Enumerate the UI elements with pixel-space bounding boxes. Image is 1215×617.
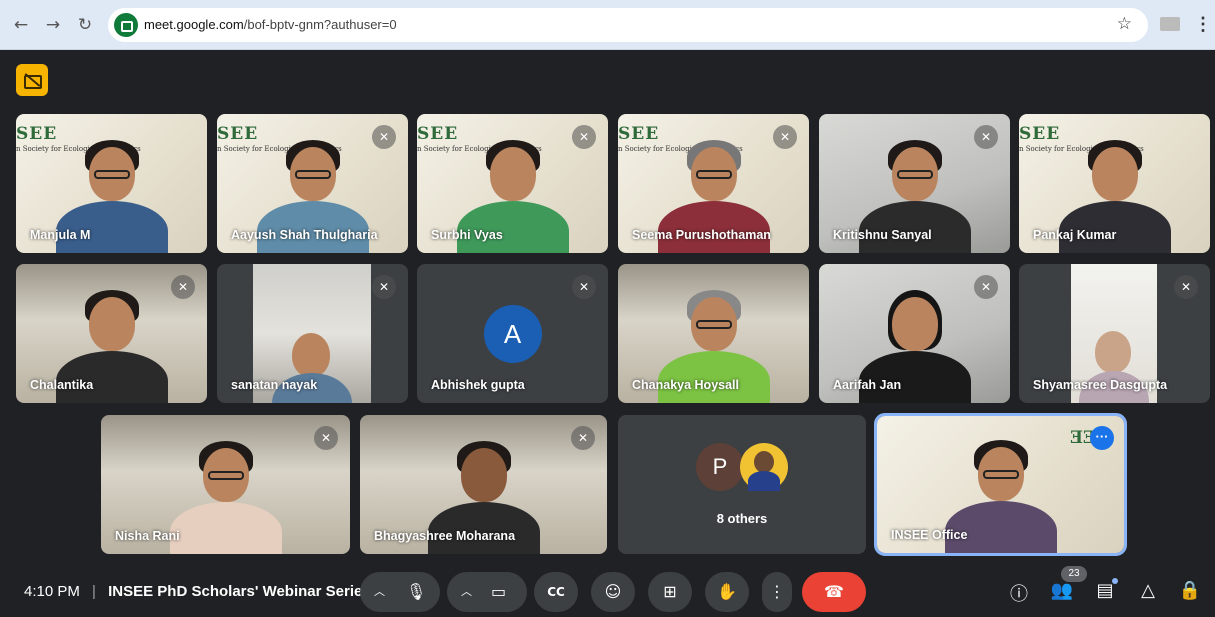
participant-tile[interactable]: ✕ Bhagyashree Moharana (360, 415, 607, 554)
separator: | (92, 583, 96, 600)
participant-tile[interactable]: SEE n Society for Ecological Economics Pa… (1019, 114, 1210, 253)
participant-name: Chanakya Hoysall (632, 378, 739, 392)
raise-hand-icon: ✋ (717, 582, 737, 601)
browser-toolbar: ← → ↻ meet.google.com/bof-bptv-gnm?authu… (0, 0, 1215, 50)
chat-notification-dot (1112, 578, 1118, 584)
mic-off-icon: ✕ (572, 125, 596, 149)
url-host: meet.google.com (144, 17, 244, 32)
participant-name: Abhishek gupta (431, 378, 525, 392)
participant-tile[interactable]: SEE n Society for Ecological Economics Ma… (16, 114, 207, 253)
mic-control[interactable]: ︿ 🎙 (360, 572, 440, 612)
more-options-button[interactable]: ⋮ (762, 572, 792, 612)
camera-icon[interactable]: ▭ (491, 572, 506, 612)
people-icon[interactable]: 👥 (1050, 580, 1074, 601)
mic-off-icon: ✕ (773, 125, 797, 149)
participant-tile[interactable]: ✕ sanatan nayak (217, 264, 408, 403)
meeting-controls-bar: 4:10 PM | INSEE PhD Scholars' Webinar Se… (0, 566, 1215, 617)
participant-tile[interactable]: A ✕ Abhishek gupta (417, 264, 608, 403)
participant-name: Nisha Rani (115, 529, 180, 543)
participant-tile[interactable]: ✕ Nisha Rani (101, 415, 350, 554)
emoji-icon: ☺ (604, 582, 622, 601)
participant-name: Aayush Shah Thulgharia (231, 228, 378, 242)
participant-tile[interactable]: SEE n Society for Ecological Economics ✕ … (618, 114, 809, 253)
participant-tile[interactable]: ✕ Chalantika (16, 264, 207, 403)
site-info-icon[interactable] (114, 13, 138, 37)
mic-off-icon: ✕ (571, 426, 595, 450)
participant-tile[interactable]: ✕ Aarifah Jan (819, 264, 1010, 403)
forward-icon[interactable]: → (42, 14, 64, 36)
host-controls-icon[interactable]: 🔒 (1178, 580, 1202, 601)
chevron-up-icon[interactable]: ︿ (461, 572, 472, 612)
end-call-icon: ☎ (824, 582, 844, 601)
raise-hand-button[interactable]: ✋ (705, 572, 749, 612)
participant-name: Shyamasree Dasgupta (1033, 378, 1168, 392)
participant-name: Surbhi Vyas (431, 228, 503, 242)
chevron-up-icon[interactable]: ︿ (374, 572, 385, 612)
mic-off-icon: ✕ (372, 125, 396, 149)
extension-icon[interactable] (1160, 17, 1180, 31)
bookmark-star-icon[interactable]: ☆ (1117, 14, 1132, 34)
reload-icon[interactable]: ↻ (74, 14, 96, 36)
others-avatar-photo (740, 443, 788, 491)
participant-tile[interactable]: Chanakya Hoysall (618, 264, 809, 403)
present-button[interactable]: ⊞ (648, 572, 692, 612)
participant-tile-self[interactable]: SEE ··· INSEE Office (874, 413, 1127, 556)
participant-avatar: A (483, 304, 542, 363)
url-text[interactable]: meet.google.com/bof-bptv-gnm?authuser=0 (144, 17, 397, 32)
captions-icon: CC (547, 585, 565, 599)
participant-name: Chalantika (30, 378, 94, 392)
back-icon[interactable]: ← (10, 14, 32, 36)
participant-tile[interactable]: ✕ Shyamasree Dasgupta (1019, 264, 1210, 403)
mic-off-icon: ✕ (1174, 275, 1198, 299)
captions-button[interactable]: CC (534, 572, 578, 612)
participant-tile[interactable]: SEE n Society for Ecological Economics ✕ … (217, 114, 408, 253)
participant-video (169, 436, 282, 554)
address-bar[interactable]: meet.google.com/bof-bptv-gnm?authuser=0 … (108, 8, 1148, 42)
participant-name: sanatan nayak (231, 378, 318, 392)
participant-name: Pankaj Kumar (1033, 228, 1117, 242)
meeting-info-text: 4:10 PM | INSEE PhD Scholars' Webinar Se… (24, 583, 375, 600)
mic-off-icon: ✕ (372, 275, 396, 299)
participant-name: INSEE Office (891, 528, 968, 542)
mic-off-icon: ✕ (171, 275, 195, 299)
emoji-button[interactable]: ☺ (591, 572, 635, 612)
participant-name: Kritishnu Sanyal (833, 228, 932, 242)
mic-off-icon: ✕ (572, 275, 596, 299)
microphone-icon[interactable]: 🎙 (406, 572, 426, 612)
participant-name: Aarifah Jan (833, 378, 902, 392)
mic-off-icon: ✕ (974, 125, 998, 149)
meeting-title: INSEE PhD Scholars' Webinar Serie... (108, 583, 375, 600)
end-call-button[interactable]: ☎ (802, 572, 866, 612)
camera-control[interactable]: ︿ ▭ (447, 572, 527, 612)
more-options-icon: ⋮ (769, 582, 785, 601)
current-time: 4:10 PM (24, 583, 80, 600)
present-icon: ⊞ (663, 582, 677, 601)
mic-off-icon: ✕ (314, 426, 338, 450)
others-tile[interactable]: P 8 others (618, 415, 866, 554)
others-count-label: 8 others (716, 511, 768, 526)
url-path: /bof-bptv-gnm?authuser=0 (243, 17, 397, 32)
participant-name: Seema Purushothaman (632, 228, 771, 242)
others-avatar-p: P (696, 443, 744, 491)
camera-off-warning-icon[interactable] (16, 64, 48, 96)
more-options-dot-icon[interactable]: ··· (1090, 426, 1114, 450)
participant-name: Manjula M (30, 228, 91, 242)
info-icon[interactable]: ⓘ (1007, 580, 1031, 606)
participant-tile[interactable]: SEE n Society for Ecological Economics ✕ … (417, 114, 608, 253)
browser-menu-icon[interactable]: ⋮ (1194, 14, 1212, 35)
participant-name: Bhagyashree Moharana (374, 529, 516, 543)
mic-off-icon: ✕ (974, 275, 998, 299)
activities-icon[interactable]: △ (1136, 580, 1160, 601)
participant-tile[interactable]: ✕ Kritishnu Sanyal (819, 114, 1010, 253)
